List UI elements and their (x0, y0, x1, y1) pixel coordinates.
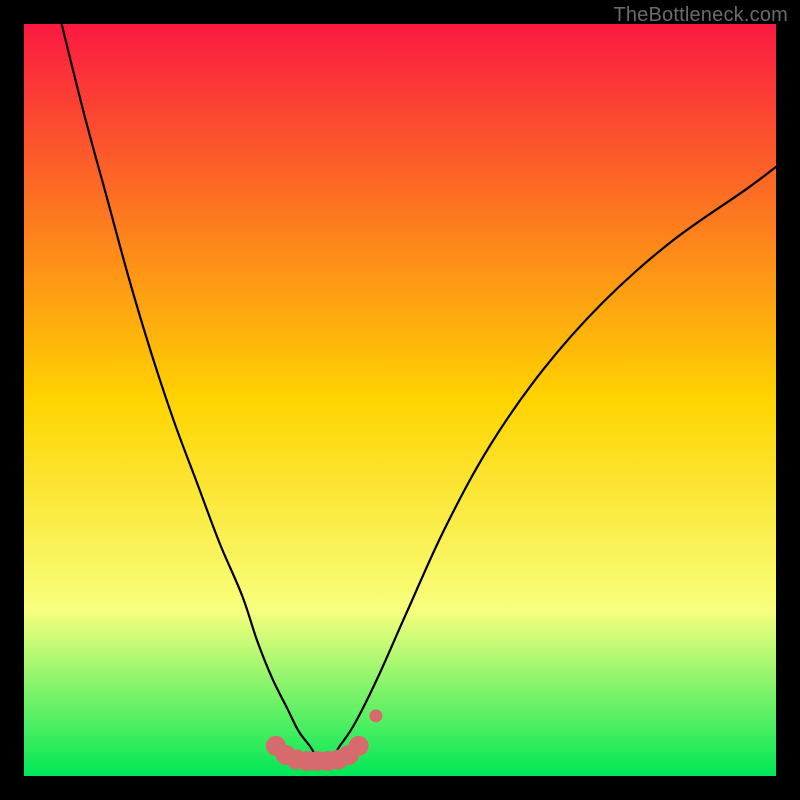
chart-frame: TheBottleneck.com (0, 0, 800, 800)
optimum-marker (349, 736, 369, 756)
bottleneck-plot (24, 24, 776, 776)
plot-background (24, 24, 776, 776)
optimum-marker (369, 709, 382, 722)
